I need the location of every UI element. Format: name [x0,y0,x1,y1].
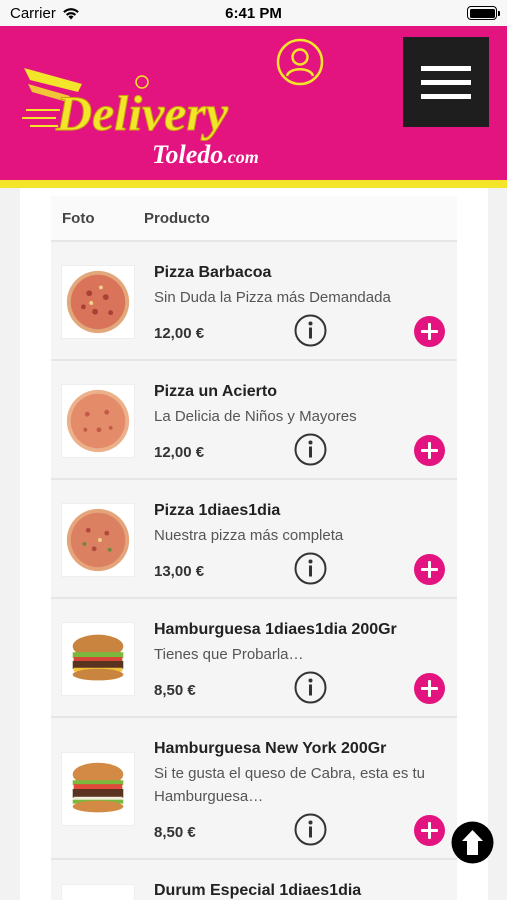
product-name: Pizza Barbacoa [154,264,272,281]
user-account-button[interactable] [276,38,324,86]
delivery-toledo-logo[interactable]: Delivery Toledo.com [22,66,272,176]
info-circle-icon [294,314,327,347]
column-header-producto: Producto [144,209,210,227]
user-circle-icon [276,38,324,86]
product-name: Hamburguesa 1diaes1dia 200Gr [154,621,397,638]
add-to-cart-button[interactable] [414,554,445,585]
table-header: Foto Producto [51,196,457,242]
product-name: Pizza un Acierto [154,383,277,400]
table-row[interactable]: Durum Especial 1diaes1dia [51,860,457,900]
arrow-up-circle-icon [451,821,494,864]
wifi-icon [63,7,79,19]
pizza-image[interactable] [61,503,135,577]
info-button[interactable] [294,813,327,846]
table-row[interactable]: Hamburguesa New York 200Gr Si te gusta e… [51,718,457,860]
product-description: Nuestra pizza más completa [154,527,344,544]
status-bar: Carrier 6:41 PM [0,0,507,26]
product-price: 8,50 € [154,682,196,699]
hamburger-menu-icon-line [421,79,471,85]
durum-image[interactable] [61,884,135,900]
battery-icon [467,6,500,20]
add-to-cart-button[interactable] [414,673,445,704]
svg-text:Delivery: Delivery [55,85,229,141]
product-list-panel: Foto Producto Pizza Barbacoa Sin Duda la… [20,188,488,900]
header-accent-stripe [0,180,507,188]
product-price: 12,00 € [154,325,205,342]
product-table: Foto Producto Pizza Barbacoa Sin Duda la… [51,196,457,900]
info-button[interactable] [294,671,327,704]
info-circle-icon [294,813,327,846]
info-circle-icon [294,671,327,704]
table-row[interactable]: Pizza un Acierto La Delicia de Niños y M… [51,361,457,480]
hamburger-menu-button[interactable] [403,37,489,127]
info-button[interactable] [294,433,327,466]
product-description: Tienes que Probarla… [154,646,304,663]
add-to-cart-button[interactable] [414,815,445,846]
product-description: Si te gusta el queso de Cabra, esta es t… [154,765,426,805]
pizza-image[interactable] [61,384,135,458]
burger-image[interactable] [61,622,135,696]
product-name: Hamburguesa New York 200Gr [154,740,387,757]
product-name: Durum Especial 1diaes1dia [154,882,362,899]
info-circle-icon [294,433,327,466]
info-button[interactable] [294,314,327,347]
info-button[interactable] [294,552,327,585]
product-price: 12,00 € [154,444,205,461]
info-circle-icon [294,552,327,585]
logo-main-text: Delivery [55,85,229,141]
logo-sub-text: Toledo [152,140,223,169]
product-description: Sin Duda la Pizza más Demandada [154,289,391,306]
table-row[interactable]: Pizza Barbacoa Sin Duda la Pizza más Dem… [51,242,457,361]
carrier-label: Carrier [10,4,56,22]
hamburger-menu-icon-line [421,93,471,99]
pizza-image[interactable] [61,265,135,339]
logo-tld-text: .com [223,147,259,167]
product-name: Pizza 1diaes1dia [154,502,281,519]
app-header: Delivery Toledo.com [0,26,507,180]
product-price: 13,00 € [154,563,205,580]
product-description: La Delicia de Niños y Mayores [154,408,357,425]
scroll-to-top-button[interactable] [450,820,495,865]
column-header-foto: Foto [62,209,95,227]
product-price: 8,50 € [154,824,196,841]
burger-image[interactable] [61,752,135,826]
add-to-cart-button[interactable] [414,435,445,466]
hamburger-menu-icon-line [421,65,471,71]
table-row[interactable]: Hamburguesa 1diaes1dia 200Gr Tienes que … [51,599,457,718]
svg-text:Toledo.com: Toledo.com [152,140,259,169]
status-left: Carrier [10,5,80,22]
add-to-cart-button[interactable] [414,316,445,347]
table-row[interactable]: Pizza 1diaes1dia Nuestra pizza más compl… [51,480,457,599]
